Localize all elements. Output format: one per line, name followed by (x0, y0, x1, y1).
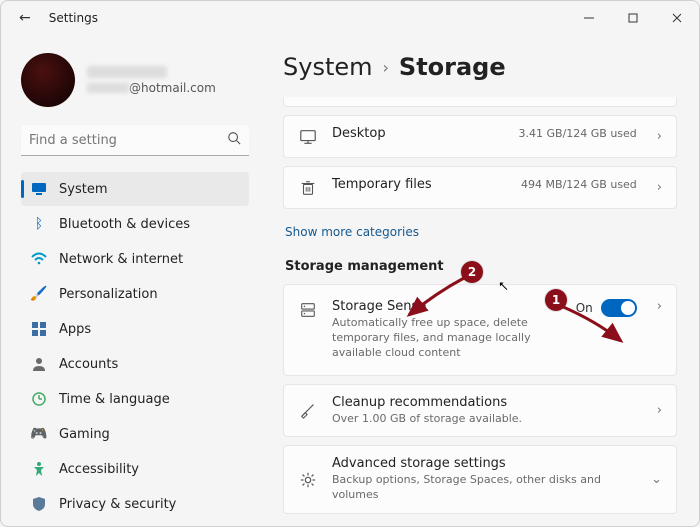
nav-label: Time & language (59, 392, 170, 407)
search-input[interactable] (29, 133, 227, 148)
monitor-icon (31, 181, 47, 197)
sidebar: @hotmail.com System ᛒ Bluetooth & devices… (1, 35, 261, 526)
chevron-right-icon: › (383, 58, 389, 77)
apps-icon (31, 321, 47, 337)
breadcrumb: System › Storage (283, 53, 677, 81)
cleanup-desc: Over 1.00 GB of storage available. (332, 412, 637, 427)
chevron-right-icon: › (651, 180, 662, 195)
search-icon (227, 131, 241, 149)
nav-network[interactable]: Network & internet (21, 242, 249, 276)
cleanup-title: Cleanup recommendations (332, 395, 637, 410)
minimize-button[interactable] (567, 1, 611, 35)
avatar (21, 53, 75, 107)
storage-desktop-card[interactable]: Desktop 3.41 GB/124 GB used › (283, 115, 677, 158)
storage-sense-desc: Automatically free up space, delete temp… (332, 316, 542, 361)
chevron-right-icon: › (651, 403, 662, 418)
storage-sense-toggle[interactable] (601, 299, 637, 317)
broom-icon (298, 401, 318, 419)
nav-label: Privacy & security (59, 497, 176, 512)
nav-system[interactable]: System (21, 172, 249, 206)
close-button[interactable] (655, 1, 699, 35)
partial-card-top (283, 97, 677, 107)
profile-name-redacted (87, 66, 167, 78)
usage-text: 494 MB/124 GB used (521, 178, 637, 191)
advanced-title: Advanced storage settings (332, 456, 631, 471)
chevron-right-icon: › (651, 129, 662, 144)
trash-icon (298, 179, 318, 197)
nav-apps[interactable]: Apps (21, 312, 249, 346)
window-controls (567, 1, 699, 35)
section-heading: Storage management (285, 259, 677, 274)
nav-label: Accounts (59, 357, 118, 372)
nav-label: Personalization (59, 287, 158, 302)
gear-icon (298, 471, 318, 489)
desktop-icon (298, 128, 318, 146)
nav-gaming[interactable]: 🎮 Gaming (21, 417, 249, 451)
shield-icon (31, 496, 47, 512)
card-title: Desktop (332, 126, 386, 141)
titlebar: ← Settings (1, 1, 699, 35)
person-icon (31, 356, 47, 372)
bluetooth-icon: ᛒ (31, 216, 47, 232)
usage-text: 3.41 GB/124 GB used (519, 127, 637, 140)
nav-personalization[interactable]: 🖌️ Personalization (21, 277, 249, 311)
nav-label: Apps (59, 322, 91, 337)
show-more-link[interactable]: Show more categories (285, 225, 419, 239)
disk-icon (298, 301, 318, 319)
wifi-icon (31, 251, 47, 267)
nav-label: Bluetooth & devices (59, 217, 190, 232)
chevron-right-icon: › (651, 299, 662, 314)
cleanup-card[interactable]: Cleanup recommendations Over 1.00 GB of … (283, 384, 677, 438)
nav-time[interactable]: Time & language (21, 382, 249, 416)
advanced-card[interactable]: Advanced storage settings Backup options… (283, 445, 677, 514)
nav-label: Gaming (59, 427, 110, 442)
clock-icon (31, 391, 47, 407)
nav-privacy[interactable]: Privacy & security (21, 487, 249, 521)
nav-list: System ᛒ Bluetooth & devices Network & in… (21, 172, 249, 521)
window-title: Settings (49, 11, 98, 25)
nav-bluetooth[interactable]: ᛒ Bluetooth & devices (21, 207, 249, 241)
maximize-button[interactable] (611, 1, 655, 35)
profile-block[interactable]: @hotmail.com (21, 53, 249, 107)
nav-accounts[interactable]: Accounts (21, 347, 249, 381)
nav-label: System (59, 182, 107, 197)
main-panel: System › Storage Desktop 3.41 GB/124 GB … (261, 35, 699, 526)
advanced-desc: Backup options, Storage Spaces, other di… (332, 473, 631, 503)
brush-icon: 🖌️ (31, 286, 47, 302)
profile-email: @hotmail.com (87, 81, 216, 95)
gamepad-icon: 🎮 (31, 426, 47, 442)
breadcrumb-current: Storage (399, 53, 506, 81)
nav-label: Accessibility (59, 462, 139, 477)
search-box[interactable] (21, 125, 249, 156)
nav-accessibility[interactable]: Accessibility (21, 452, 249, 486)
accessibility-icon (31, 461, 47, 477)
chevron-down-icon: ⌄ (645, 472, 662, 487)
storage-sense-card[interactable]: Storage Sense Automatically free up spac… (283, 284, 677, 376)
storage-sense-title: Storage Sense (332, 299, 562, 314)
storage-temp-card[interactable]: Temporary files 494 MB/124 GB used › (283, 166, 677, 209)
card-title: Temporary files (332, 177, 432, 192)
back-button[interactable]: ← (19, 10, 31, 26)
nav-label: Network & internet (59, 252, 183, 267)
toggle-label: On (576, 301, 593, 315)
breadcrumb-parent[interactable]: System (283, 53, 373, 81)
